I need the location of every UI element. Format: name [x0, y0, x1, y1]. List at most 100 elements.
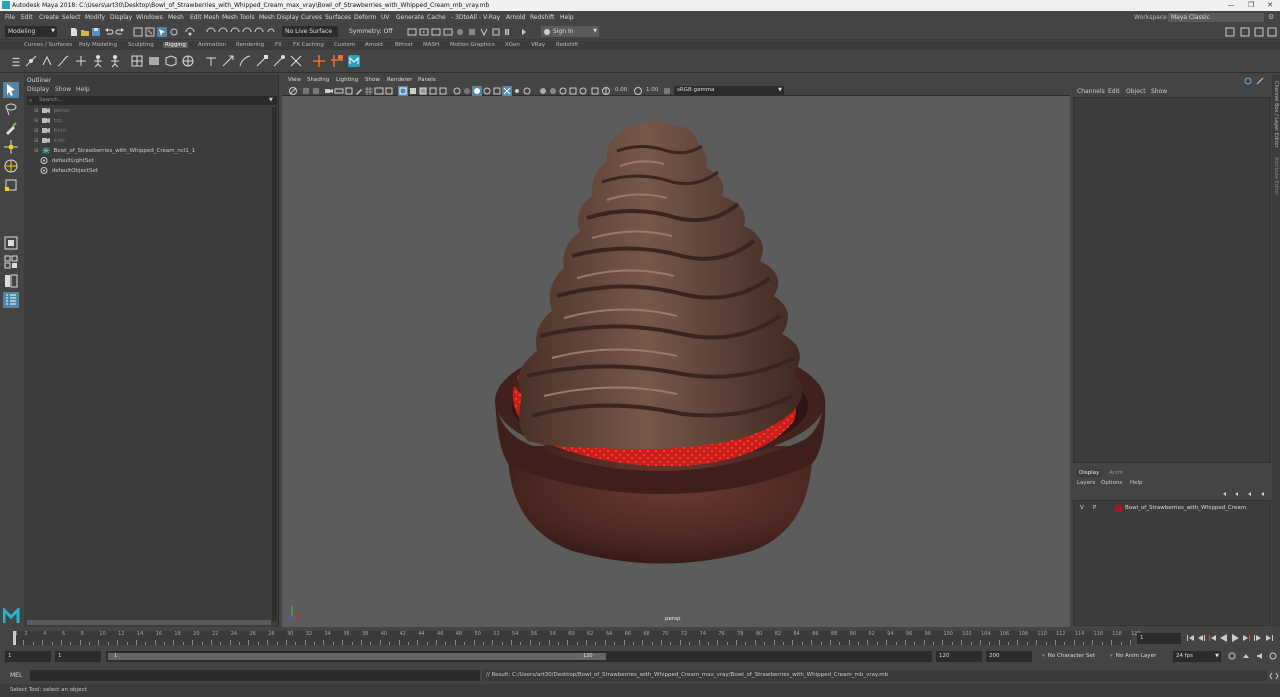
script-editor-icon[interactable] — [1269, 671, 1279, 681]
menu-windows[interactable]: Windows — [136, 14, 163, 21]
undo-icon[interactable] — [104, 27, 114, 37]
snap-grid-icon[interactable] — [185, 27, 195, 37]
menu-uv[interactable]: UV — [381, 14, 390, 21]
viewport-menu-lighting[interactable]: Lighting — [336, 77, 358, 83]
menu-3dtoall[interactable]: - 3DtoAll - — [451, 14, 481, 21]
channel-box-toggle-icon[interactable] — [1267, 27, 1277, 37]
outliner-horizontal-scrollbar[interactable] — [27, 620, 271, 625]
outliner-item-top[interactable]: ⊞ top — [34, 117, 63, 126]
symmetry-dropdown[interactable]: Symmetry: Off — [346, 26, 401, 37]
select-component-icon[interactable] — [157, 27, 167, 37]
shadows-icon[interactable] — [462, 86, 472, 96]
layer-menu-options[interactable]: Options — [1101, 480, 1122, 486]
menu-surfaces[interactable]: Surfaces — [325, 14, 351, 21]
outliner-vertical-scrollbar[interactable] — [272, 107, 277, 621]
shelf-tab-rigging[interactable]: Rigging — [163, 42, 188, 48]
film-gate-icon[interactable] — [374, 86, 384, 96]
maximize-button[interactable]: ❐ — [1242, 1, 1260, 10]
shelf-tab-sculpting[interactable]: Sculpting — [128, 42, 154, 48]
minimize-button[interactable]: — — [1222, 1, 1240, 10]
current-time-indicator[interactable] — [13, 631, 16, 645]
rotate-tool-icon[interactable] — [3, 158, 19, 174]
new-scene-icon[interactable] — [69, 27, 79, 37]
outliner-layout-icon[interactable] — [3, 292, 19, 308]
toggle-panel-icon[interactable] — [519, 27, 529, 37]
layer-color-swatch[interactable] — [1115, 505, 1122, 512]
menu-display[interactable]: Display — [110, 14, 132, 21]
scale-tool-icon[interactable] — [3, 177, 19, 193]
character-set-dropdown[interactable]: ▾ No Character Set — [1039, 651, 1103, 662]
viewport-menu-shading[interactable]: Shading — [307, 77, 329, 83]
lattice-icon[interactable] — [164, 54, 178, 68]
lasso-tool-icon[interactable] — [3, 101, 19, 117]
gamma-correction-icon[interactable] — [633, 86, 643, 96]
hud-icon[interactable] — [568, 86, 578, 96]
channel-menu-show[interactable]: Show — [1151, 88, 1167, 95]
shelf-tab-arnold[interactable]: Arnold — [365, 42, 383, 48]
snap-curve-icon[interactable] — [206, 27, 216, 37]
render-current-frame-icon[interactable] — [407, 27, 417, 37]
xray-icon[interactable] — [522, 86, 532, 96]
layer-tab-anim[interactable]: Anim — [1106, 469, 1126, 477]
shelf-tab-redshift[interactable]: Redshift — [556, 42, 578, 48]
auto-key-icon[interactable] — [1241, 651, 1251, 661]
play-backwards-icon[interactable] — [1219, 633, 1229, 643]
shelf-tab-curves-surfaces[interactable]: Curves / Surfaces — [24, 42, 72, 48]
create-node-icon[interactable] — [330, 54, 344, 68]
expand-icon[interactable]: ⊞ — [34, 117, 40, 126]
joint-tool-icon[interactable] — [24, 54, 38, 68]
wireframe-icon[interactable] — [398, 86, 408, 96]
floating-point-icon[interactable] — [590, 86, 600, 96]
orient-constraint-icon[interactable] — [238, 54, 252, 68]
resolution-gate-icon[interactable] — [384, 86, 394, 96]
range-slider-track[interactable]: 1 120 — [106, 651, 932, 662]
expand-icon[interactable]: ⊞ — [34, 127, 40, 136]
menu-create[interactable]: Create — [39, 14, 59, 21]
go-to-start-icon[interactable] — [1186, 633, 1196, 643]
viewport-menu-view[interactable]: View — [288, 77, 301, 83]
outliner-item-persp[interactable]: ⊞ persp — [34, 107, 69, 116]
smooth-shade-icon[interactable] — [408, 86, 418, 96]
layer-playback-toggle[interactable]: P — [1093, 504, 1096, 513]
parent-constraint-icon[interactable] — [204, 54, 218, 68]
sign-in-dropdown[interactable]: Sign In ▼ — [541, 26, 599, 37]
step-forward-key-icon[interactable] — [1241, 633, 1251, 643]
default-material-icon[interactable] — [428, 86, 438, 96]
pause-icon[interactable] — [502, 27, 512, 37]
play-forwards-icon[interactable] — [1230, 633, 1240, 643]
channel-menu-edit[interactable]: Edit — [1108, 88, 1120, 95]
channel-box-layer-editor-tab[interactable]: Channel Box / Layer Editor — [1273, 81, 1279, 148]
menu-mesh-tools[interactable]: Mesh Tools — [222, 14, 254, 21]
live-surface-field[interactable]: No Live Surface — [282, 26, 338, 37]
sound-icon[interactable] — [1255, 651, 1265, 661]
outliner-item-default-light-set[interactable]: defaultLightSet — [40, 157, 94, 166]
menu-help[interactable]: Help — [560, 14, 574, 21]
attribute-editor-toggle-icon[interactable] — [1240, 27, 1250, 37]
menu-deform[interactable]: Deform — [354, 14, 376, 21]
scale-constraint-icon[interactable] — [255, 54, 269, 68]
step-back-key-icon[interactable] — [1208, 633, 1218, 643]
shelf-tab-poly-modeling[interactable]: Poly Modeling — [79, 42, 117, 48]
ik-handle-icon[interactable] — [40, 54, 54, 68]
cluster-icon[interactable] — [181, 54, 195, 68]
select-camera-icon[interactable] — [288, 86, 298, 96]
current-frame-field[interactable]: 1 — [1137, 633, 1181, 644]
menu-generate[interactable]: Generate — [396, 14, 424, 21]
range-slider-bar[interactable]: 1 120 — [108, 653, 606, 660]
pole-vector-icon[interactable] — [289, 54, 303, 68]
camera-icon[interactable] — [324, 86, 334, 96]
loop-playback-icon[interactable] — [1227, 651, 1237, 661]
exposure-icon[interactable] — [601, 86, 611, 96]
select-tool-icon[interactable] — [3, 82, 19, 98]
outliner-menu-display[interactable]: Display — [27, 86, 49, 93]
channel-box-float-icon[interactable] — [1255, 76, 1265, 86]
outliner-item-bowl-group[interactable]: ⊞ Bowl_of_Strawberries_with_Whipped_Crea… — [34, 147, 195, 156]
shelf-tab-custom[interactable]: Custom — [334, 42, 355, 48]
select-by-type-icon[interactable] — [169, 27, 179, 37]
new-empty-layer-icon[interactable] — [1246, 489, 1256, 499]
timeline-track[interactable]: 1 2 4 6 8 10 12 14 16 18 20 22 24 26 28 30 32 34 36 38 40 42 4… — [12, 631, 1141, 645]
open-scene-icon[interactable] — [80, 27, 90, 37]
depth-of-field-icon[interactable] — [502, 86, 512, 96]
attribute-editor-tab[interactable]: Attribute Editor — [1273, 157, 1279, 195]
layer-display-type-toggle[interactable]: · — [1105, 504, 1107, 513]
